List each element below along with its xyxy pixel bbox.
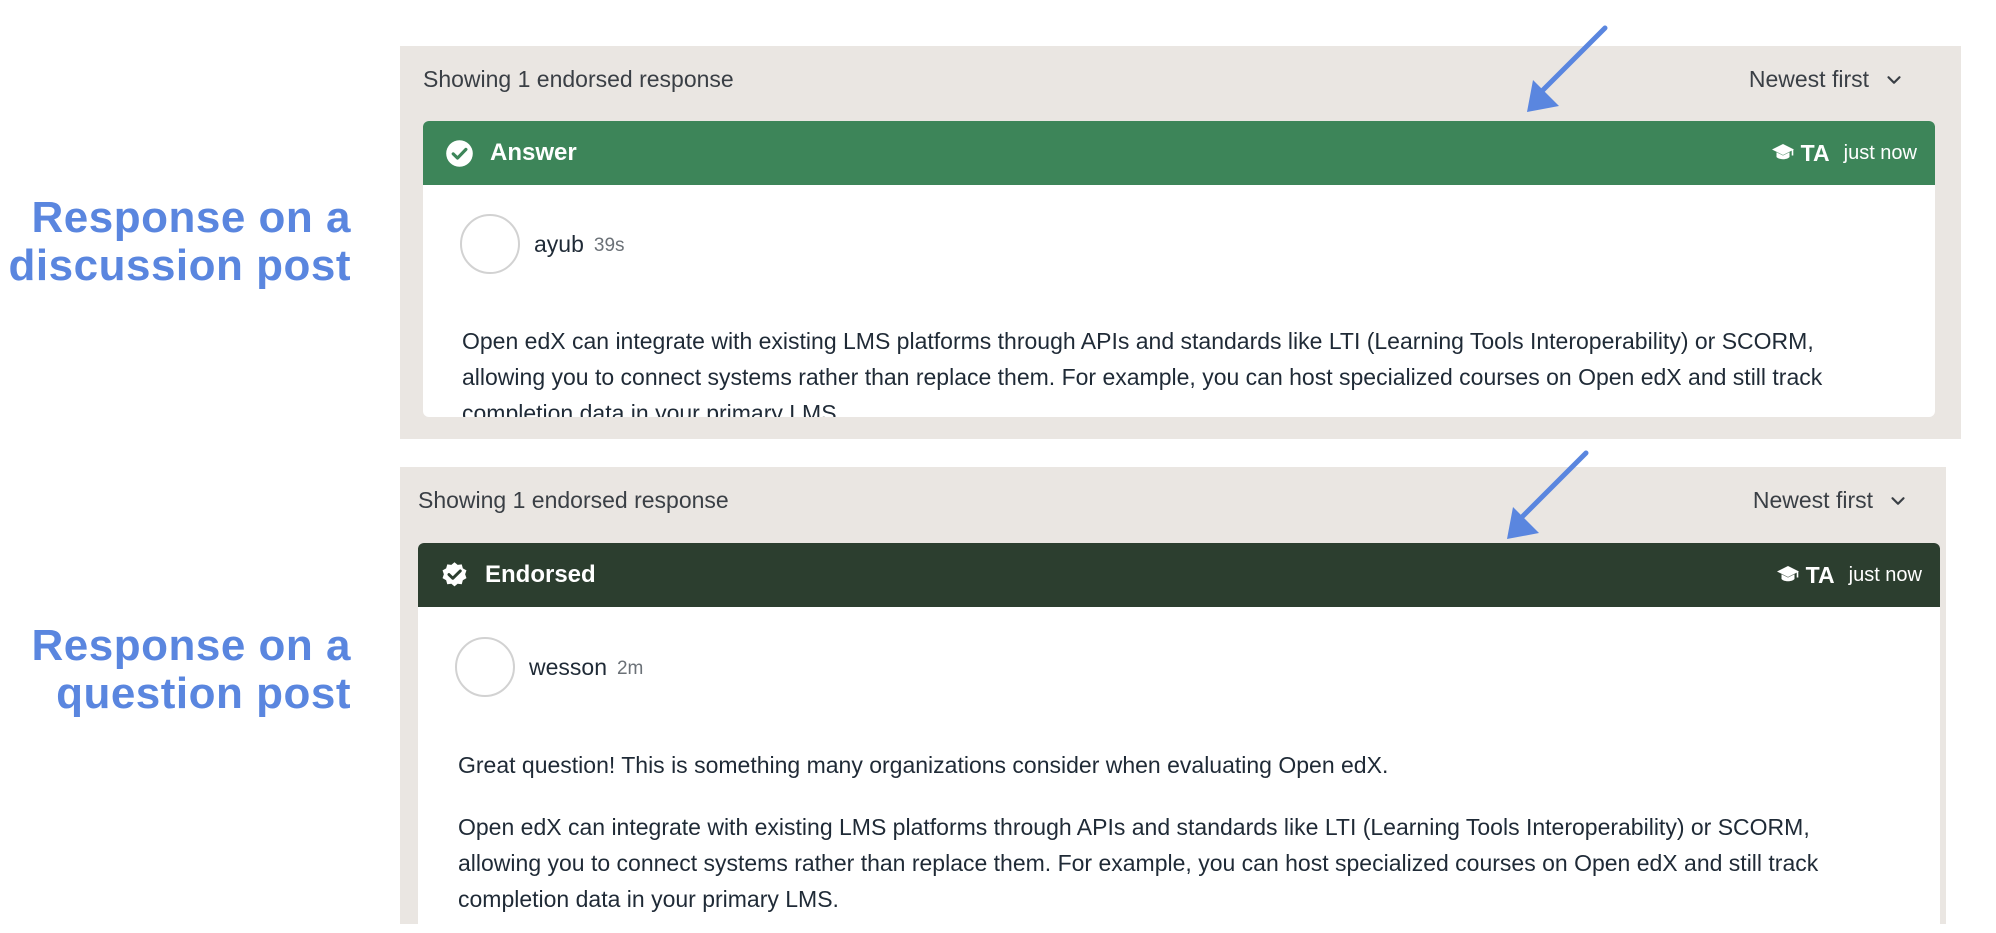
annotation-label-discussion: Response on a discussion post — [0, 194, 351, 290]
annotation-label-line: Response on a — [31, 193, 351, 242]
author-name[interactable]: ayub — [534, 231, 584, 258]
graduation-cap-icon — [1776, 566, 1799, 582]
sort-dropdown-label: Newest first — [1752, 487, 1873, 513]
annotation-label-line: question post — [56, 669, 351, 718]
responses-panel-question: Showing 1 endorsed response Newest first… — [400, 467, 1946, 933]
annotation-label-line: Response on a — [31, 621, 351, 670]
banner-title: Answer — [490, 139, 577, 166]
response-body: Open edX can integrate with existing LMS… — [462, 323, 1902, 417]
banner-title: Endorsed — [485, 561, 596, 588]
responses-panel-discussion: Showing 1 endorsed response Newest first… — [400, 46, 1961, 439]
endorsed-banner: Endorsed TA just now — [418, 543, 1940, 607]
annotation-arrow — [1527, 25, 1608, 112]
avatar[interactable] — [460, 214, 520, 274]
role-badge: TA — [1800, 139, 1830, 166]
endorsed-time: just now — [1848, 563, 1922, 586]
responses-header: Showing 1 endorsed response Newest first — [400, 46, 1961, 112]
endorsed-time: just now — [1843, 141, 1917, 164]
chevron-down-icon — [1891, 496, 1905, 505]
avatar[interactable] — [455, 637, 515, 697]
verified-badge-icon — [442, 561, 467, 586]
graduation-cap-icon — [1771, 144, 1794, 160]
sort-dropdown-label: Newest first — [1748, 66, 1869, 92]
author-row: wesson 2m — [455, 637, 643, 697]
endorser-info: TA just now — [1771, 140, 1917, 167]
post-time: 2m — [616, 657, 644, 679]
annotation-label-line: discussion post — [8, 241, 351, 290]
response-paragraph: Open edX can integrate with existing LMS… — [458, 814, 1819, 912]
response-body: Open edX can integrate with existing LMS… — [458, 809, 1898, 917]
response-card: Answer TA just now ayub 39s Open edX can… — [423, 121, 1935, 417]
annotation-label-question: Response on a question post — [0, 622, 351, 718]
response-paragraph: Open edX can integrate with existing LMS… — [462, 328, 1823, 417]
role-badge: TA — [1805, 561, 1835, 588]
response-card: Endorsed TA just now wesson 2m Great que… — [418, 543, 1940, 933]
responses-count-label: Showing 1 endorsed response — [423, 66, 734, 92]
sort-dropdown[interactable]: Newest first — [1749, 66, 1905, 93]
answer-banner: Answer TA just now — [423, 121, 1935, 185]
author-name[interactable]: wesson — [529, 654, 607, 681]
sort-dropdown[interactable]: Newest first — [1753, 487, 1909, 514]
response-paragraph: Great question! This is something many o… — [458, 752, 1389, 778]
responses-count-label: Showing 1 endorsed response — [418, 487, 729, 513]
post-time: 39s — [593, 234, 625, 256]
check-circle-icon — [446, 139, 473, 167]
chevron-down-icon — [1887, 75, 1901, 84]
annotation-arrow — [1507, 450, 1589, 539]
response-body: Great question! This is something many o… — [458, 747, 1898, 783]
author-row: ayub 39s — [460, 214, 625, 274]
responses-header: Showing 1 endorsed response Newest first — [400, 467, 1946, 533]
endorser-info: TA just now — [1776, 562, 1922, 589]
